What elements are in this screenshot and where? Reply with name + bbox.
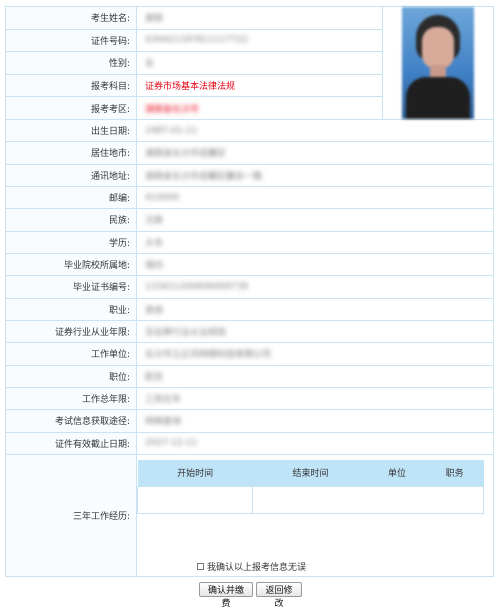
field-label: 工作总年限:: [5, 386, 137, 411]
work-history-column-header: 单位: [368, 459, 426, 487]
field-value-cell: 其他: [136, 297, 494, 321]
field-value: 410000: [145, 192, 180, 203]
field-row: 出生日期: 1987-01-11: [5, 118, 494, 143]
field-row: 职位: 职员: [5, 364, 494, 388]
field-value: 网络查询: [145, 417, 182, 428]
field-value-cell: 女: [136, 51, 383, 75]
confirm-label: 我确认以上报考信息无误: [207, 562, 307, 573]
field-value: 湖南省长沙市岳麓区: [145, 149, 227, 160]
field-value: 汉族: [145, 216, 164, 227]
field-row: 证券行业从业年限: 无证券行业从业经验: [5, 319, 494, 344]
field-value: 2027-12-11: [145, 438, 198, 449]
field-value: 133411200606009739: [145, 281, 249, 292]
work-history-column-header: 开始时间: [137, 459, 253, 487]
field-label: 证券行业从业年限:: [5, 319, 137, 344]
work-history-label: 三年工作经历:: [5, 453, 137, 577]
field-value: 湖南省长沙市: [145, 104, 200, 115]
field-value: 430421197811117722: [145, 35, 249, 46]
field-row: 考试信息获取途径: 网络查询: [5, 409, 494, 433]
field-label: 学历:: [5, 230, 137, 254]
field-value-cell: 430421197811117722: [136, 28, 383, 53]
field-label: 工作单位:: [5, 342, 137, 366]
field-value: 大专: [145, 238, 164, 249]
field-label: 民族:: [5, 208, 137, 232]
work-history-column-header: 职务: [425, 459, 484, 487]
field-label: 毕业证书编号:: [5, 275, 137, 299]
back-to-edit-button[interactable]: 返回修改: [256, 582, 302, 608]
field-value-cell: 长沙市立正风网络科技有限公司: [136, 342, 494, 366]
field-value: 长沙市立正风网络科技有限公司: [145, 350, 272, 361]
field-value: 职员: [145, 372, 164, 383]
field-value: 其他: [145, 305, 164, 316]
field-label: 职位:: [5, 364, 137, 388]
field-value-cell: 谢丽: [136, 6, 383, 30]
applicant-photo: [402, 7, 474, 119]
field-label: 出生日期:: [5, 118, 137, 143]
field-row: 毕业院校所属地: 境内: [5, 252, 494, 277]
confirm-checkbox-row[interactable]: 我确认以上报考信息无误: [197, 559, 312, 573]
field-row: 毕业证书编号: 133411200606009739: [5, 275, 494, 299]
field-value-cell: 境内: [136, 252, 494, 277]
photo-cell: [382, 6, 494, 120]
field-row: 通讯地址: 湖南省长沙市岳麓区麓谷一路: [5, 163, 494, 187]
field-value: 女: [145, 59, 155, 70]
field-row: 工作单位: 长沙市立正风网络科技有限公司: [5, 342, 494, 366]
field-value-cell: 三到五年: [136, 386, 494, 411]
field-value-cell: 汉族: [136, 208, 494, 232]
work-history-column-header: 结束时间: [252, 459, 369, 487]
field-row: 职业: 其他: [5, 297, 494, 321]
field-value: 三到五年: [145, 395, 182, 406]
confirm-and-pay-button[interactable]: 确认并缴费: [199, 582, 253, 608]
field-value-cell: 大专: [136, 230, 494, 254]
work-history-table: 开始时间 结束时间 单位 职务: [136, 459, 484, 514]
field-label: 毕业院校所属地:: [5, 252, 137, 277]
field-value: 1987-01-11: [145, 125, 198, 136]
field-label: 居住地市:: [5, 141, 137, 165]
field-value-cell: 职员: [136, 364, 494, 388]
field-label: 证件号码:: [5, 28, 137, 53]
field-row: 考生姓名: 谢丽: [5, 6, 494, 120]
field-value-cell: 网络查询: [136, 409, 494, 433]
field-value-cell: 湖南省长沙市岳麓区麓谷一路: [136, 163, 494, 187]
field-value: 谢丽: [145, 14, 164, 25]
field-value-cell: 133411200606009739: [136, 275, 494, 299]
field-value-cell: 无证券行业从业经验: [136, 319, 494, 344]
field-row: 民族: 汉族: [5, 208, 494, 232]
field-label: 报考考区:: [5, 96, 137, 120]
field-value-cell: 湖南省长沙市: [136, 96, 383, 120]
field-row: 居住地市: 湖南省长沙市岳麓区: [5, 141, 494, 165]
field-label: 考试信息获取途径:: [5, 409, 137, 433]
field-value-cell: 2027-12-11: [136, 431, 494, 455]
field-row: 学历: 大专: [5, 230, 494, 254]
field-label: 通讯地址:: [5, 163, 137, 187]
field-row: 证件有效截止日期: 2027-12-11: [5, 431, 494, 455]
field-value-cell: 证券市场基本法律法规: [136, 73, 383, 98]
field-value-cell: 1987-01-11: [136, 118, 494, 143]
work-history-empty-cell[interactable]: [136, 485, 254, 514]
application-info-table: 考生姓名: 谢丽 证件号码: 430421197811117722 性别: 女报考科目: 证…: [5, 6, 494, 577]
field-label: 证件有效截止日期:: [5, 431, 137, 455]
field-label: 考生姓名:: [5, 6, 137, 30]
field-value-cell: 410000: [136, 185, 494, 210]
work-history-cell: 开始时间 结束时间 单位 职务: [136, 453, 494, 577]
field-value: 湖南省长沙市岳麓区麓谷一路: [145, 171, 263, 182]
field-label: 邮编:: [5, 185, 137, 210]
field-row: 工作总年限: 三到五年: [5, 386, 494, 411]
field-label: 报考科目:: [5, 73, 137, 98]
field-label: 职业:: [5, 297, 137, 321]
field-value: 境内: [145, 261, 164, 272]
field-value: 证券市场基本法律法规: [145, 82, 236, 93]
field-value: 无证券行业从业经验: [145, 328, 227, 339]
field-row: 邮编: 410000: [5, 185, 494, 210]
confirm-checkbox[interactable]: [197, 562, 204, 570]
field-value-cell: 湖南省长沙市岳麓区: [136, 141, 494, 165]
field-label: 性别:: [5, 51, 137, 75]
